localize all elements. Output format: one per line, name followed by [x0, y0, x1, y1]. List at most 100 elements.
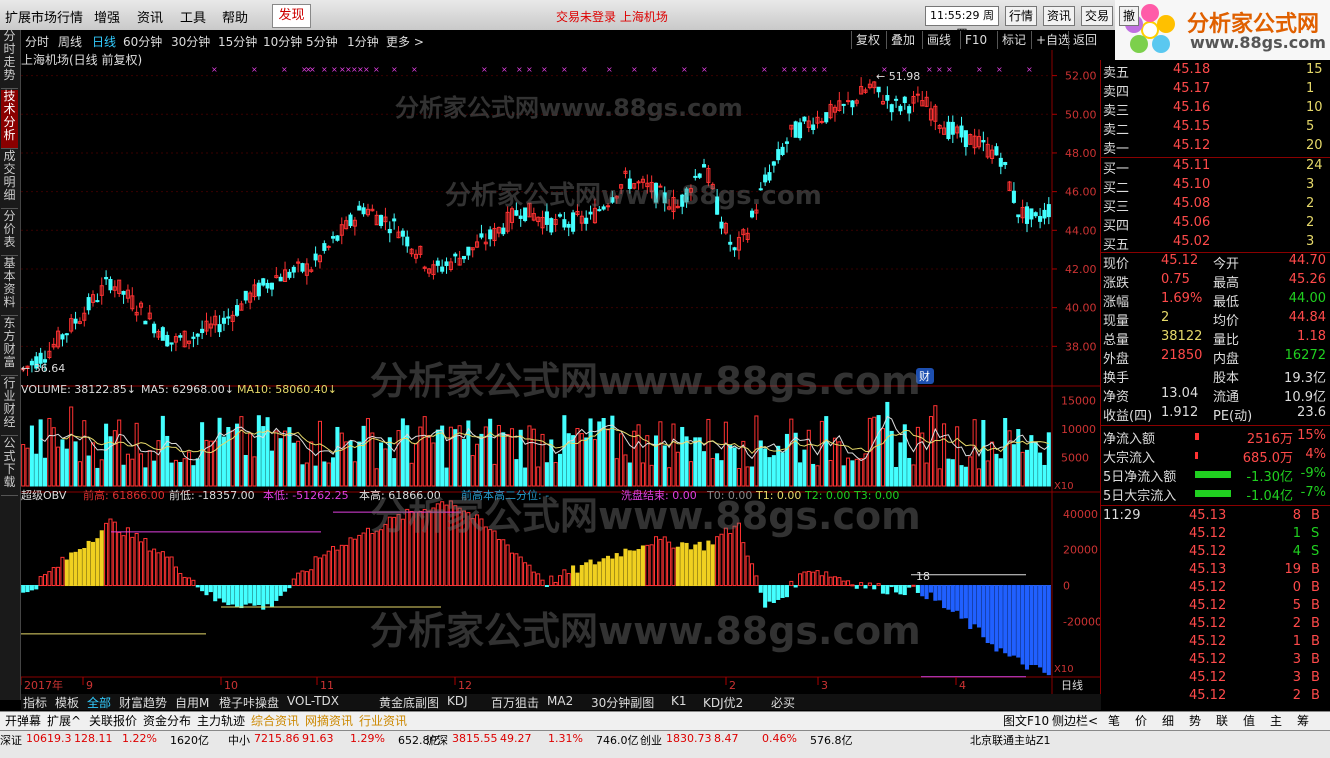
ask-volume: 5 — [1306, 119, 1315, 134]
volume-bar — [780, 452, 785, 487]
period-tab[interactable]: 更多 > — [386, 33, 424, 50]
volume-bar — [64, 448, 69, 487]
info-toolbar-right[interactable]: 侧边栏< — [1052, 712, 1098, 729]
chart-toolbar-button[interactable]: +自选 — [1031, 31, 1070, 49]
left-tab[interactable]: 公式下载 — [1, 437, 18, 496]
volume-bar — [479, 433, 484, 487]
volume-bar — [706, 418, 711, 487]
menu-item[interactable]: 扩展市场行情 — [5, 7, 83, 26]
info-toolbar-item[interactable]: 扩展^ — [47, 712, 81, 729]
index-name[interactable]: 深证 — [0, 732, 22, 748]
chart-toolbar-button[interactable]: 叠加 — [886, 31, 915, 49]
obv-bar — [38, 576, 43, 587]
index-name[interactable]: 沪深 — [426, 732, 448, 748]
left-tab[interactable]: 技术分析 — [1, 90, 18, 149]
info-toolbar-item[interactable]: 关联报价 — [89, 712, 137, 729]
indicator-tab[interactable]: VOL-TDX — [287, 694, 339, 708]
index-name[interactable]: 中小 — [228, 732, 250, 748]
indicator-tab[interactable]: 必买 — [771, 694, 795, 711]
left-tab[interactable]: 东方财富 — [1, 317, 18, 376]
top-button[interactable]: 资讯 — [1043, 6, 1076, 26]
indicator-tab[interactable]: KDJ优2 — [703, 694, 743, 711]
period-tab[interactable]: 15分钟 — [218, 33, 257, 50]
volume-bar — [976, 468, 982, 487]
chart-toolbar-button[interactable]: F10 — [960, 31, 987, 49]
obv-bar — [915, 585, 920, 593]
side-tab[interactable]: 价 — [1135, 712, 1147, 729]
info-toolbar-item[interactable]: 网摘资讯 — [305, 712, 353, 729]
volume-bar — [671, 423, 676, 487]
indicator-tab[interactable]: 百万狙击 — [491, 694, 539, 711]
side-tab[interactable]: 笔 — [1108, 712, 1120, 729]
side-tab[interactable]: 联 — [1216, 712, 1228, 729]
obv-bar — [562, 569, 567, 587]
tick-price: 45.12 — [1189, 616, 1227, 631]
menu-item[interactable]: 增强 — [94, 7, 120, 26]
top-button[interactable]: 交易 — [1081, 6, 1114, 26]
flow-value: -1.04亿 — [1246, 489, 1293, 504]
left-tab[interactable]: 基本资料 — [1, 257, 18, 316]
period-tab[interactable]: 日线 — [92, 33, 116, 50]
top-button[interactable]: 撤 — [1119, 6, 1140, 26]
candle-body — [435, 260, 440, 266]
indicator-tab[interactable]: 财富趋势 — [119, 694, 167, 711]
svg-text:×: × — [976, 65, 983, 74]
side-tab[interactable]: 势 — [1189, 712, 1201, 729]
indicator-tab[interactable]: MA2 — [547, 694, 573, 708]
left-tab[interactable]: 分价表 — [1, 210, 18, 256]
indicator-tab[interactable]: K1 — [671, 694, 687, 708]
side-tab[interactable]: 值 — [1243, 712, 1255, 729]
side-tab[interactable]: 筹 — [1297, 712, 1309, 729]
volume-bar — [557, 453, 563, 487]
top-button[interactable]: 行情 — [1005, 6, 1038, 26]
menu-item[interactable]: 资讯 — [137, 7, 163, 26]
info-toolbar-right[interactable]: 图文F10 — [1003, 712, 1049, 729]
volume-bar — [38, 419, 43, 487]
left-tab[interactable]: 行业财经 — [1, 377, 18, 436]
indicator-tab[interactable]: KDJ — [447, 694, 468, 708]
obv-bar — [880, 585, 885, 594]
volume-bar — [77, 461, 82, 487]
left-tab[interactable]: 分时走势 — [1, 30, 18, 89]
side-tab[interactable]: 细 — [1162, 712, 1174, 729]
obv-bar — [846, 580, 851, 587]
indicator-tab[interactable]: 黄金底副图 — [379, 694, 439, 711]
info-toolbar-item[interactable]: 主力轨迹 — [197, 712, 245, 729]
candle-body — [798, 122, 803, 139]
menu-item[interactable]: 帮助 — [222, 7, 248, 26]
period-tab[interactable]: 分时 — [25, 33, 49, 50]
period-tab[interactable]: 30分钟 — [171, 33, 210, 50]
left-tab[interactable]: 成交明细 — [1, 150, 18, 209]
chart-toolbar-button[interactable]: 返回 — [1068, 31, 1097, 49]
indicator-tab[interactable]: 模板 — [55, 694, 79, 711]
ask-label: 卖三 — [1103, 104, 1130, 119]
indicator-tab[interactable]: 全部 — [87, 694, 111, 711]
index-name[interactable]: 创业 — [640, 732, 662, 748]
period-tab[interactable]: 周线 — [58, 33, 82, 50]
volume-bar — [143, 467, 148, 487]
chart-toolbar-button[interactable]: 复权 — [851, 31, 880, 49]
volume-bar — [108, 436, 113, 487]
period-tab[interactable]: 1分钟 — [347, 33, 379, 50]
indicator-tab[interactable]: 指标 — [23, 694, 47, 711]
indicator-tab[interactable]: 30分钟副图 — [591, 694, 654, 711]
period-tab[interactable]: 60分钟 — [123, 33, 162, 50]
info-toolbar-item[interactable]: 综合资讯 — [251, 712, 299, 729]
indicator-tab[interactable]: 自用M — [175, 694, 209, 711]
period-tab[interactable]: 5分钟 — [306, 33, 338, 50]
period-tab[interactable]: 10分钟 — [263, 33, 302, 50]
volume-bar — [1042, 464, 1047, 487]
side-tab[interactable]: 主 — [1270, 712, 1282, 729]
info-toolbar-item[interactable]: 开弹幕 — [5, 712, 41, 729]
candle-body — [405, 236, 410, 247]
menu-discover[interactable]: 发现 — [272, 4, 311, 28]
chart-toolbar-button[interactable]: 标记 — [997, 31, 1026, 49]
menu-item[interactable]: 工具 — [180, 7, 206, 26]
indicator-tab[interactable]: 橙子咔操盘 — [219, 694, 279, 711]
info-toolbar-item[interactable]: 资金分布 — [143, 712, 191, 729]
obv-bar — [518, 556, 523, 587]
volume-bar — [719, 460, 724, 487]
info-toolbar-item[interactable]: 行业资讯 — [359, 712, 407, 729]
svg-text:×: × — [946, 65, 953, 74]
chart-toolbar-button[interactable]: 画线 — [922, 31, 951, 49]
